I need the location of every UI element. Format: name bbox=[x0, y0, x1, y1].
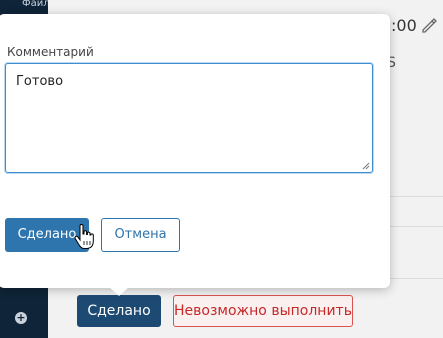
background-divider bbox=[390, 196, 443, 197]
background-divider bbox=[390, 226, 443, 227]
comment-popover: Комментарий Готово Сделано Отмена bbox=[0, 14, 390, 288]
add-icon[interactable]: + bbox=[15, 312, 27, 324]
cancel-button[interactable]: Отмена bbox=[101, 218, 180, 252]
comment-textarea[interactable]: Готово bbox=[5, 63, 373, 173]
hand-cursor-icon bbox=[74, 224, 94, 249]
background-divider bbox=[390, 278, 443, 279]
popover-arrow bbox=[108, 286, 130, 296]
background-time: :00 bbox=[391, 16, 417, 35]
comment-text: Готово bbox=[16, 74, 64, 89]
edit-pencil-icon[interactable] bbox=[420, 16, 438, 34]
comment-label: Комментарий bbox=[7, 45, 94, 59]
background-done-button[interactable]: Сделано bbox=[77, 295, 161, 327]
cannot-do-button[interactable]: Невозможно выполнить bbox=[173, 295, 353, 327]
resize-handle-icon[interactable] bbox=[362, 162, 370, 170]
